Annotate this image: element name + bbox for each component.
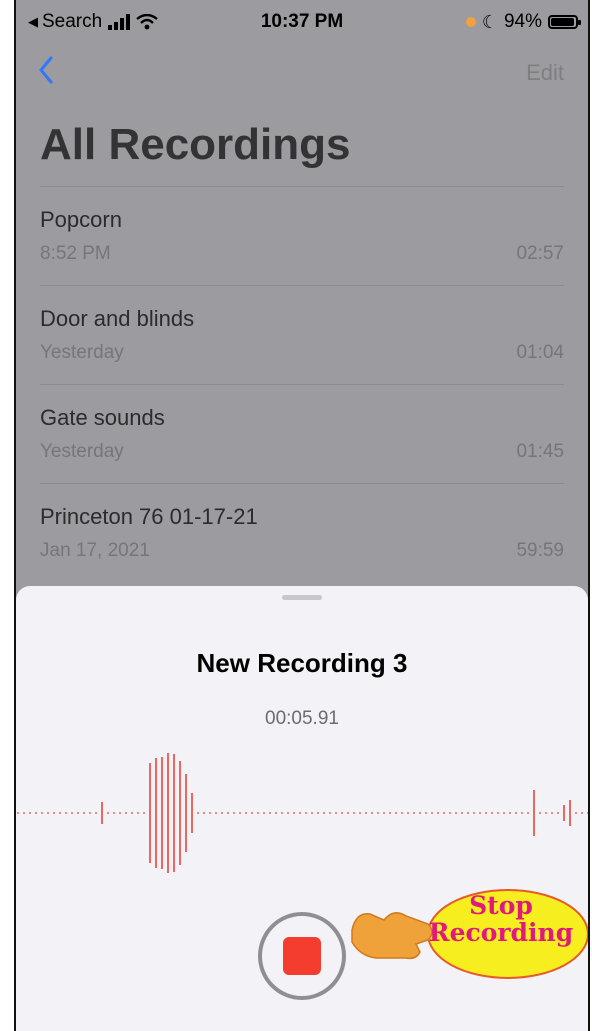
recording-duration: 02:57 xyxy=(516,243,564,264)
callout-line-2: Recording xyxy=(428,918,574,947)
recording-duration: 59:59 xyxy=(516,540,564,561)
recording-name: Princeton 76 01-17-21 xyxy=(40,504,258,529)
chevron-left-icon xyxy=(39,56,53,84)
phone-screen: ◀ Search 10:37 PM ☾ 94% Edit All Recordi… xyxy=(14,0,590,1031)
stop-recording-button[interactable] xyxy=(258,912,346,1000)
moon-icon: ☾ xyxy=(481,11,498,32)
mic-in-use-indicator xyxy=(465,17,476,27)
battery-icon xyxy=(548,15,581,29)
recording-name: Door and blinds xyxy=(40,306,195,331)
recording-duration: 01:45 xyxy=(516,441,564,462)
callout-text: Stop Recording xyxy=(416,892,586,946)
recording-row[interactable]: Princeton 76 01-17-21 Jan 17, 2021 59:59 xyxy=(40,483,564,582)
edit-button[interactable]: Edit xyxy=(526,60,564,86)
recording-date: Yesterday xyxy=(40,441,124,462)
back-button[interactable] xyxy=(38,56,54,89)
sheet-grabber[interactable] xyxy=(282,595,322,600)
recording-name: Gate sounds xyxy=(40,405,165,430)
recording-row[interactable]: Popcorn 8:52 PM 02:57 xyxy=(40,186,564,285)
callout-line-1: Stop xyxy=(469,891,533,920)
recording-row[interactable]: Gate sounds Yesterday 01:45 xyxy=(40,384,564,483)
waveform xyxy=(17,753,588,873)
recording-elapsed-time: 00:05.91 xyxy=(265,708,339,729)
recording-row[interactable]: Door and blinds Yesterday 01:04 xyxy=(40,285,564,384)
recording-date: Yesterday xyxy=(40,342,124,363)
recording-name: Popcorn xyxy=(40,207,122,232)
status-right: ☾ 94% xyxy=(465,11,581,33)
status-bar: ◀ Search 10:37 PM ☾ 94% xyxy=(16,0,588,44)
recording-title: New Recording 3 xyxy=(196,648,408,678)
battery-percent: 94% xyxy=(503,11,542,32)
page-title: All Recordings xyxy=(40,120,351,169)
recording-duration: 01:04 xyxy=(516,342,564,363)
recording-date: Jan 17, 2021 xyxy=(40,540,150,561)
recording-sheet: New Recording 3 00:05.91 Stop Recording xyxy=(16,586,588,1031)
recording-date: 8:52 PM xyxy=(40,243,111,264)
stop-icon xyxy=(283,937,321,975)
recordings-list: Popcorn 8:52 PM 02:57 Door and blinds Ye… xyxy=(40,186,564,582)
